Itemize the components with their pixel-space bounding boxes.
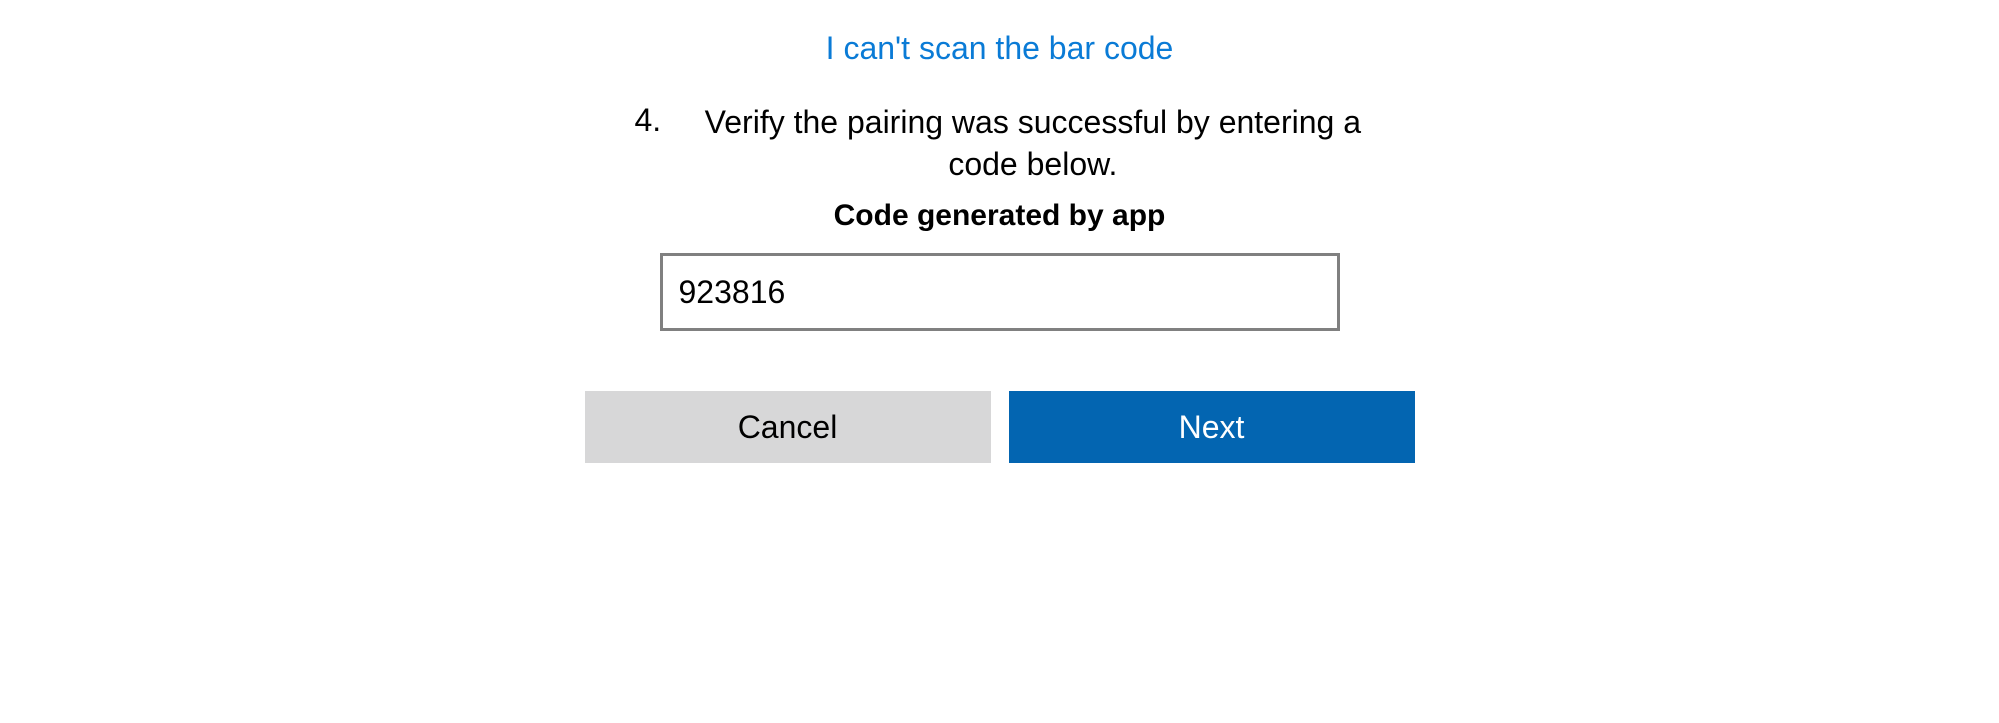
pairing-dialog: I can't scan the bar code 4. Verify the …: [550, 30, 1450, 723]
step-row: 4. Verify the pairing was successful by …: [615, 102, 1385, 185]
button-row: Cancel Next: [585, 391, 1415, 463]
code-field-label: Code generated by app: [834, 199, 1166, 233]
cannot-scan-link[interactable]: I can't scan the bar code: [826, 30, 1174, 67]
cancel-button[interactable]: Cancel: [585, 391, 991, 463]
code-input[interactable]: [660, 253, 1340, 331]
step-number: 4.: [635, 102, 662, 139]
step-instruction: Verify the pairing was successful by ent…: [681, 102, 1384, 185]
next-button[interactable]: Next: [1009, 391, 1415, 463]
